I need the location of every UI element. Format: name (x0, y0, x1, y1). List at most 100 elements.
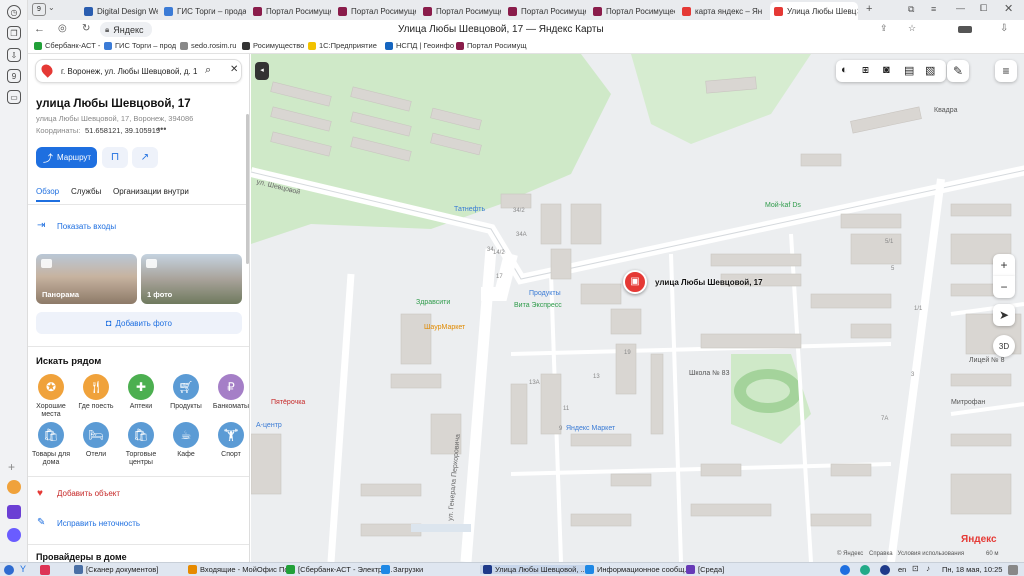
atm-icon[interactable]: ₽ (218, 374, 244, 400)
nearby-category-label[interactable]: Товары для дома (28, 451, 74, 467)
hotel-icon[interactable]: 🛏︎ (83, 422, 109, 448)
poi-shaurma[interactable]: ШаурМаркет (424, 324, 465, 331)
close-window-button[interactable]: ✕ (1004, 2, 1013, 15)
sport-icon[interactable]: 🏋︎ (218, 422, 244, 448)
map-menu-button[interactable]: ≡ (995, 60, 1017, 82)
zoom-out-button[interactable]: − (993, 276, 1015, 298)
bookmark-icon[interactable]: ☆ (908, 23, 916, 34)
taskbar-item[interactable]: Загрузки (381, 565, 423, 574)
browser-tab[interactable]: карта яндекс – Ян (678, 2, 766, 20)
poi-zdravsiti[interactable]: Здравсити (416, 299, 450, 306)
taskbar-item[interactable]: Улица Любы Шевцовой, ... (480, 565, 590, 574)
download-icon[interactable]: ⇩ (7, 48, 21, 62)
nearby-category-label[interactable]: Торговые центры (118, 451, 164, 467)
poi-school[interactable]: Школа № 83 (689, 370, 729, 377)
tab-organizations[interactable]: Организации внутри (113, 187, 189, 196)
traffic-layer-icon[interactable]: ▧ (925, 64, 935, 77)
bookmark-item[interactable]: ГИС Торги – прод (104, 41, 176, 50)
photo-thumbnail[interactable]: 1 фото (141, 254, 242, 304)
bookmark-item[interactable]: Портал Росимущ (456, 41, 527, 50)
nearby-category-label[interactable]: Отели (73, 451, 119, 459)
poi-tatneft[interactable]: Татнефть (454, 206, 485, 213)
nearby-category-label[interactable]: Где поесть (73, 403, 119, 411)
bookmark-item[interactable]: НСПД | Геоинфо (385, 41, 454, 50)
clear-search-icon[interactable]: ✕ (230, 64, 238, 75)
collections-button[interactable]: ⧉ (908, 4, 914, 15)
food-icon[interactable]: 🍴︎ (83, 374, 109, 400)
photo-layer-icon[interactable]: ◙ (883, 64, 890, 76)
panel-icon[interactable]: ▭ (7, 90, 21, 104)
nearby-category-label[interactable]: Хорошие места (28, 403, 74, 419)
poi-a-centr[interactable]: А-центр (256, 422, 282, 429)
nearby-category-label[interactable]: Спорт (208, 451, 249, 459)
poi-pyaterochka[interactable]: Пятёрочка (271, 399, 305, 406)
search-box[interactable]: г. Воронеж, ул. Любы Шевцовой, д. 1 ⌕ ✕ (35, 59, 242, 83)
start-icon[interactable] (4, 565, 14, 575)
clock-icon[interactable]: ◷ (7, 5, 21, 19)
map-footer-links[interactable]: Справка Условия использования (869, 551, 964, 557)
protect-icon[interactable]: ◎ (58, 23, 67, 34)
add-photo-button[interactable]: ◘ Добавить фото (36, 312, 242, 334)
browser-tab[interactable]: ГИС Торги – прода (160, 2, 246, 20)
bookmark-item[interactable]: Росимущество (242, 41, 304, 50)
browser-tab[interactable]: Портал Росимущес (419, 2, 501, 20)
search-input[interactable]: г. Воронеж, ул. Любы Шевцовой, д. 1 (61, 67, 199, 76)
building-marker-icon[interactable]: ▣ (623, 270, 647, 294)
tab-count-badge[interactable]: 9 (32, 3, 46, 16)
taskbar-item[interactable]: [Среда] (686, 565, 724, 574)
browser-tab[interactable]: Портал Росимущес (334, 2, 416, 20)
route-button[interactable]: ⤴ Маршрут (36, 147, 97, 168)
browser-tab[interactable]: Портал Росимущес (504, 2, 586, 20)
tab-overview[interactable]: Обзор (36, 187, 59, 196)
search-icon[interactable]: ⌕ (205, 64, 211, 77)
browser-tab[interactable]: Улица Любы Шевц✕ (770, 2, 858, 20)
poi-moy-kafe[interactable]: Мой-kaf Ds (765, 202, 801, 209)
cafe-icon[interactable]: ☕︎ (173, 422, 199, 448)
nearby-category-label[interactable]: Аптеки (118, 403, 164, 411)
close-tab-icon[interactable]: ✕ (856, 7, 858, 16)
poi-lyceum[interactable]: Лицей № 8 (969, 357, 1005, 364)
tabs-dropdown-icon[interactable]: ⌄ (48, 3, 55, 12)
bookmark-item[interactable]: 1С:Предприятие (308, 41, 377, 50)
yandex-browser-icon[interactable]: Y (20, 564, 26, 574)
new-tab-button[interactable]: + (866, 3, 872, 15)
poi-yandex-market[interactable]: Яндекс Маркет (566, 425, 615, 432)
ruler-icon[interactable]: ✎ (947, 60, 969, 82)
network-icon[interactable]: ⊡ (912, 564, 919, 573)
add-object-link[interactable]: Добавить объект (57, 489, 120, 498)
collections-icon[interactable]: ❐ (7, 26, 21, 40)
downloads-icon[interactable]: ⇩ (1000, 23, 1008, 34)
menu-button[interactable]: ≡ (931, 4, 936, 14)
panorama-layer-icon[interactable]: ⧆ (862, 64, 869, 77)
tab-services[interactable]: Службы (71, 187, 101, 196)
browser-tab[interactable]: Портал Росимущес (249, 2, 331, 20)
marker-label[interactable]: улица Любы Шевцовой, 17 (655, 278, 763, 287)
show-entrances-link[interactable]: Показать входы (57, 222, 116, 231)
poi-vita[interactable]: Вита Экспресс (514, 302, 562, 309)
extension-icon[interactable] (958, 26, 972, 33)
volume-icon[interactable]: ♪ (926, 564, 930, 573)
more-icon[interactable]: ••• (157, 124, 166, 134)
bookmark-place-button[interactable]: ⊓ (102, 147, 128, 168)
mall-icon[interactable]: 🛍︎ (128, 422, 154, 448)
coords-value[interactable]: 51.658121, 39.105919 (85, 126, 160, 135)
share-icon[interactable]: ⇪ (880, 23, 888, 34)
pharmacy-icon[interactable]: ✚ (128, 374, 154, 400)
restore-button[interactable]: ⧠ (980, 3, 987, 14)
collapse-panel-button[interactable]: ◂ (255, 62, 269, 80)
tab-counter-icon[interactable]: 9 (7, 69, 21, 83)
address-field[interactable]: 🔒︎ Яндекс (100, 22, 152, 37)
layers-icon[interactable]: ◐ (841, 64, 848, 76)
back-icon[interactable]: ← (34, 23, 45, 35)
nearby-category-label[interactable]: Кафе (163, 451, 209, 459)
bookmark-item[interactable]: Сбербанк-АСТ - (34, 41, 100, 50)
poi-produkty[interactable]: Продукты (529, 290, 561, 297)
my-location-button[interactable]: ➤ (993, 304, 1015, 326)
good-places-icon[interactable]: ✪ (38, 374, 64, 400)
panel-scrollbar[interactable] (246, 114, 249, 264)
taskbar-item[interactable]: [Сканер документов] (74, 565, 158, 574)
show-desktop-icon[interactable] (1008, 565, 1018, 575)
panorama-thumbnail[interactable]: Панорама (36, 254, 137, 304)
nearby-category-label[interactable]: Продукты (163, 403, 209, 411)
browser-tab[interactable]: Digital Design Web (80, 2, 158, 20)
